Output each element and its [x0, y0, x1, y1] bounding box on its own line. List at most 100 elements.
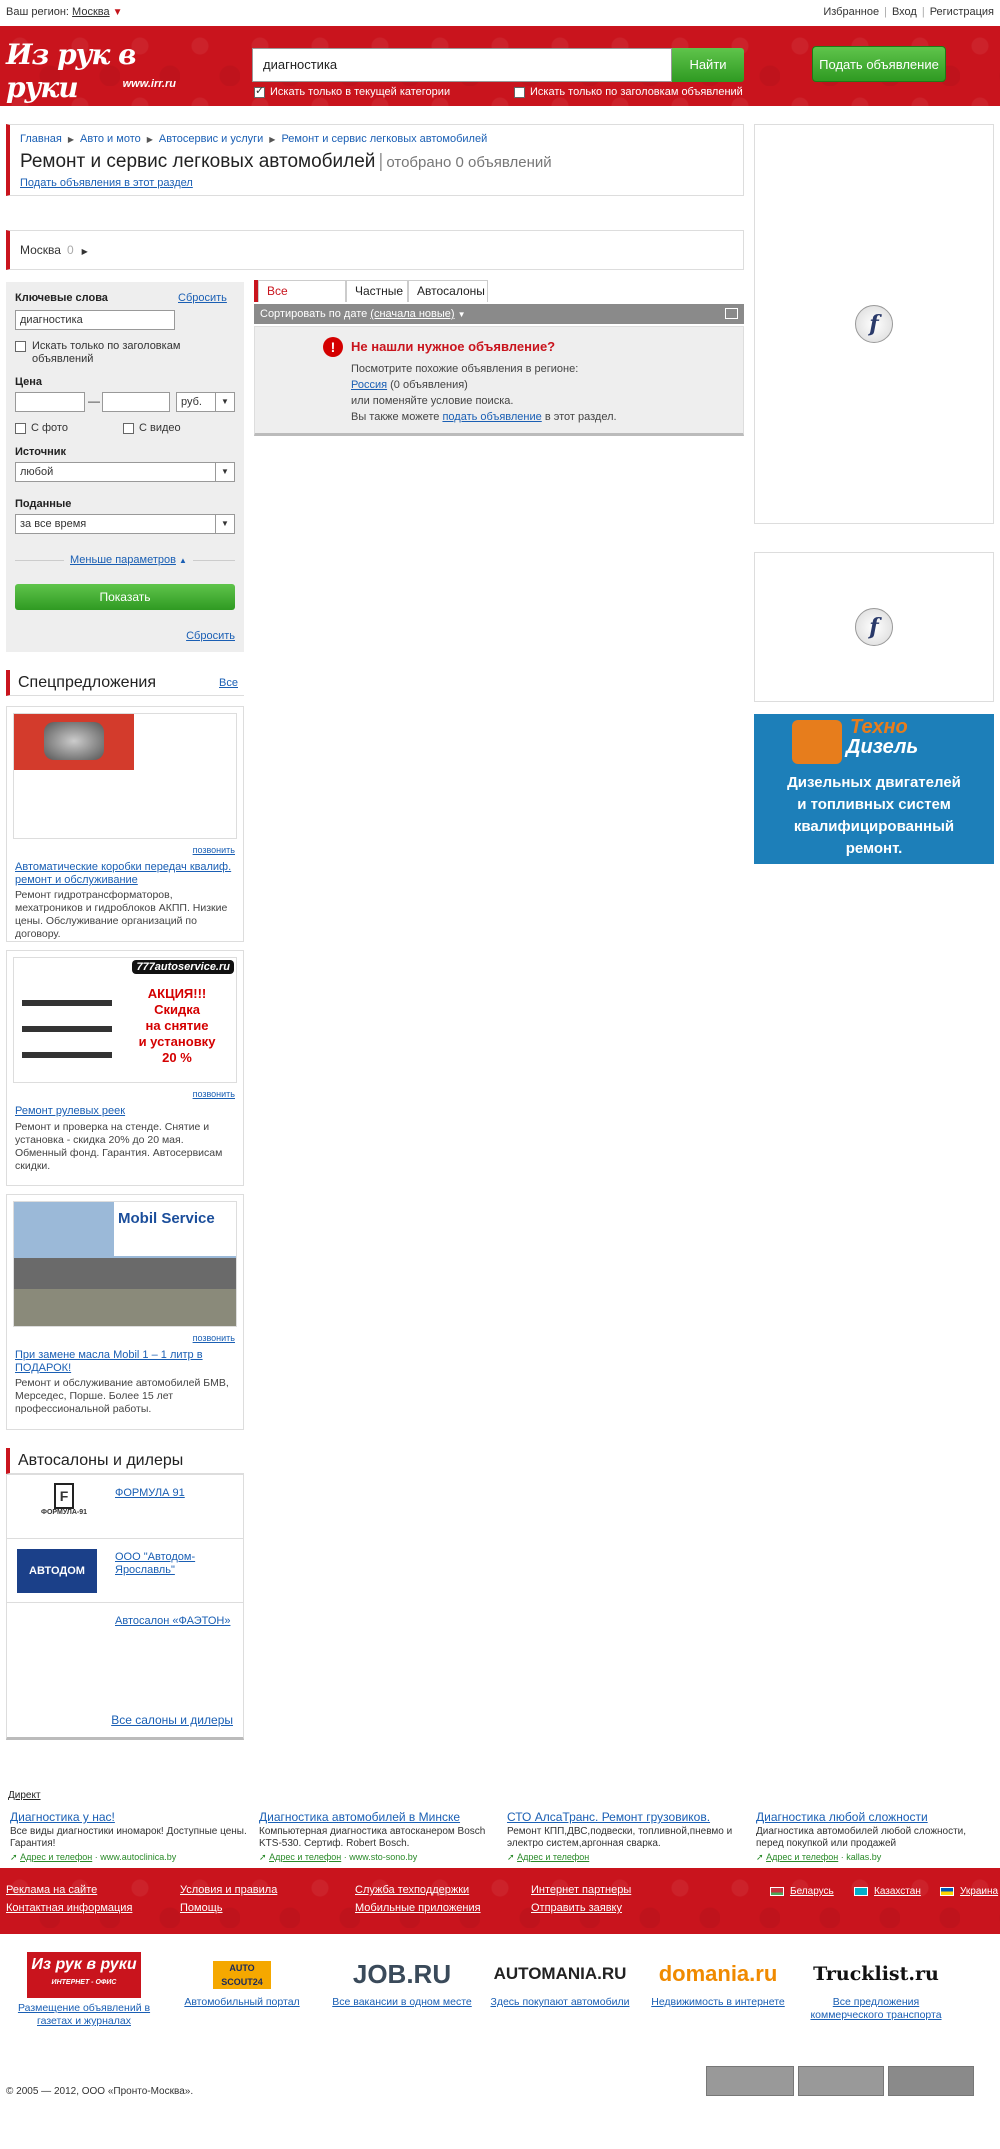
partner-caption[interactable]: Все вакансии в одном месте: [322, 1996, 482, 2009]
partner-logo[interactable]: domania.ru: [638, 1952, 798, 1996]
currency-select[interactable]: руб. ▼: [176, 392, 235, 412]
country-kazakhstan[interactable]: Казахстан: [854, 1886, 921, 1897]
direct-ad-title[interactable]: Диагностика любой сложности: [756, 1810, 996, 1824]
partner-logo[interactable]: Из рук в руки ИНТЕРНЕТ - ОФИС: [27, 1952, 141, 1998]
techno-dizel-banner[interactable]: Техно Дизель Дизельных двигателей и топл…: [754, 714, 994, 864]
tab-private[interactable]: Частные: [346, 280, 408, 302]
dealer-name[interactable]: ФОРМУЛА 91: [115, 1487, 235, 1500]
dealer-name[interactable]: ООО "Автодом-Ярославль": [115, 1551, 235, 1577]
direct-label[interactable]: Директ: [8, 1790, 41, 1801]
partner-logo[interactable]: Trucklist.ru: [796, 1952, 956, 1996]
rambler-top100-counter[interactable]: [798, 2066, 884, 2096]
caret-down-icon[interactable]: ▼: [458, 310, 466, 319]
liveinternet-counter[interactable]: [706, 2066, 794, 2096]
direct-ad[interactable]: Диагностика у нас! Все виды диагностики …: [10, 1810, 250, 1863]
footer-link-advertising[interactable]: Реклама на сайте: [6, 1884, 97, 1896]
partner-automania[interactable]: AUTOMANIA.RU Здесь покупают автомобили: [480, 1952, 640, 2009]
address-link[interactable]: Адрес и телефон: [20, 1852, 92, 1862]
footer-link-request[interactable]: Отправить заявку: [531, 1902, 622, 1914]
partner-caption[interactable]: Недвижимость в интернете: [638, 1996, 798, 2009]
breadcrumb-repair[interactable]: Ремонт и сервис легковых автомобилей: [281, 133, 487, 145]
offer-image[interactable]: 777autoservice.ru АКЦИЯ!!! Скидка на сня…: [13, 957, 237, 1083]
dealer-logo[interactable]: АВТОДОМ: [17, 1549, 97, 1593]
region-selector[interactable]: Ваш регион: Москва ▼: [6, 6, 123, 18]
partner-logo[interactable]: JOB.RU: [322, 1952, 482, 1996]
partner-caption[interactable]: Все предложения коммерческого транспорта: [796, 1996, 956, 2022]
region-city[interactable]: Москва: [72, 6, 110, 18]
direct-ad-site[interactable]: www.sto-sono.by: [349, 1852, 417, 1862]
partner-logo[interactable]: AUTO SCOUT24: [162, 1952, 322, 1996]
partner-caption[interactable]: Автомобильный портал: [162, 1996, 322, 2009]
tab-dealers[interactable]: Автосалоны: [408, 280, 488, 302]
partner-domania[interactable]: domania.ru Недвижимость в интернете: [638, 1952, 798, 2009]
offer-card[interactable]: Mobil Service позвонить При замене масла…: [6, 1194, 244, 1430]
partner-trucklist[interactable]: Trucklist.ru Все предложения коммерческо…: [796, 1952, 956, 2022]
partner-irr[interactable]: Из рук в руки ИНТЕРНЕТ - ОФИС Размещение…: [4, 1952, 164, 2028]
reset-top-link[interactable]: Сбросить: [178, 292, 227, 304]
list-view-icon[interactable]: [725, 308, 738, 319]
titles-only-checkbox[interactable]: Искать только по заголовкам объявлений: [15, 340, 235, 366]
show-button[interactable]: Показать: [15, 584, 235, 610]
price-to-input[interactable]: [102, 392, 170, 412]
dealer-logo[interactable]: F ФОРМУЛА-91: [27, 1483, 101, 1531]
caret-down-icon[interactable]: ▼: [113, 7, 123, 18]
checkbox-unchecked-icon[interactable]: [15, 422, 26, 434]
dealer-item[interactable]: Автосалон «ФАЭТОН»: [7, 1603, 243, 1703]
login-link[interactable]: Вход: [892, 6, 917, 18]
price-from-input[interactable]: [15, 392, 85, 412]
search-titles-only-checkbox[interactable]: Искать только по заголовкам объявлений: [514, 86, 743, 98]
direct-ad-site[interactable]: kallas.by: [846, 1852, 881, 1862]
address-link[interactable]: Адрес и телефон: [766, 1852, 838, 1862]
breadcrumb-home[interactable]: Главная: [20, 133, 62, 145]
footer-link-mobile[interactable]: Мобильные приложения: [355, 1902, 481, 1914]
checkbox-unchecked-icon[interactable]: [514, 86, 525, 98]
checkbox-checked-icon[interactable]: [254, 84, 265, 98]
dealer-item[interactable]: F ФОРМУЛА-91 ФОРМУЛА 91: [7, 1475, 243, 1539]
address-link[interactable]: Адрес и телефон: [517, 1852, 589, 1862]
country-ukraine[interactable]: Украина: [940, 1886, 998, 1897]
with-video-checkbox[interactable]: С видео: [123, 422, 181, 434]
favorites-link[interactable]: Избранное: [823, 6, 879, 18]
all-dealers-link[interactable]: Все салоны и дилеры: [111, 1713, 233, 1727]
footer-link-partners[interactable]: Интернет партнеры: [531, 1884, 631, 1896]
footer-link-contacts[interactable]: Контактная информация: [6, 1902, 132, 1914]
call-link[interactable]: позвонить: [193, 845, 235, 855]
caret-down-icon[interactable]: ▼: [215, 393, 234, 411]
caret-down-icon[interactable]: ▼: [215, 515, 234, 533]
direct-ad[interactable]: Диагностика любой сложности Диагностика …: [756, 1810, 996, 1863]
stat-counter[interactable]: [888, 2066, 974, 2096]
site-logo[interactable]: Из рук в руки www.irr.ru: [6, 38, 176, 104]
reset-bottom-link[interactable]: Сбросить: [186, 630, 235, 642]
offer-title[interactable]: Автоматические коробки передач квалиф. р…: [15, 861, 237, 887]
partner-autoscout[interactable]: AUTO SCOUT24 Автомобильный портал: [162, 1952, 322, 2009]
tab-all[interactable]: Все объявления: [258, 280, 346, 318]
ad-slot-2[interactable]: f: [754, 552, 994, 702]
offer-image[interactable]: Mobil Service: [13, 1201, 237, 1327]
special-offers-all-link[interactable]: Все: [219, 670, 238, 696]
post-in-section-link[interactable]: Подать объявления в этот раздел: [20, 177, 193, 189]
ad-slot-1[interactable]: f: [754, 124, 994, 524]
breadcrumb-autoservice[interactable]: Автосервис и услуги: [159, 133, 263, 145]
footer-link-terms[interactable]: Условия и правила: [180, 1884, 277, 1896]
keywords-input[interactable]: диагностика: [15, 310, 175, 330]
post-ad-link[interactable]: подать объявление: [442, 411, 541, 423]
find-button[interactable]: Найти: [672, 48, 744, 82]
country-label[interactable]: Беларусь: [790, 1886, 834, 1897]
offer-card[interactable]: 777autoservice.ru АКЦИЯ!!! Скидка на сня…: [6, 950, 244, 1186]
country-belarus[interactable]: Беларусь: [770, 1886, 834, 1897]
address-link[interactable]: Адрес и телефон: [269, 1852, 341, 1862]
direct-ad-title[interactable]: Диагностика автомобилей в Минске: [259, 1810, 499, 1824]
checkbox-unchecked-icon[interactable]: [15, 341, 26, 352]
partner-caption[interactable]: Здесь покупают автомобили: [480, 1996, 640, 2009]
dealer-item[interactable]: АВТОДОМ ООО "Автодом-Ярославль": [7, 1539, 243, 1603]
search-current-category-checkbox[interactable]: Искать только в текущей категории: [254, 84, 450, 98]
register-link[interactable]: Регистрация: [930, 6, 994, 18]
country-label[interactable]: Казахстан: [874, 1886, 921, 1897]
footer-link-support[interactable]: Служба техподдержки: [355, 1884, 469, 1896]
breadcrumb-auto[interactable]: Авто и мото: [80, 133, 141, 145]
region-link[interactable]: Россия: [351, 379, 387, 391]
offer-title[interactable]: Ремонт рулевых реек: [15, 1105, 237, 1118]
offer-image[interactable]: [13, 713, 237, 839]
city-filter[interactable]: Москва 0 ▶: [6, 230, 744, 270]
post-ad-button[interactable]: Подать объявление: [812, 46, 946, 82]
